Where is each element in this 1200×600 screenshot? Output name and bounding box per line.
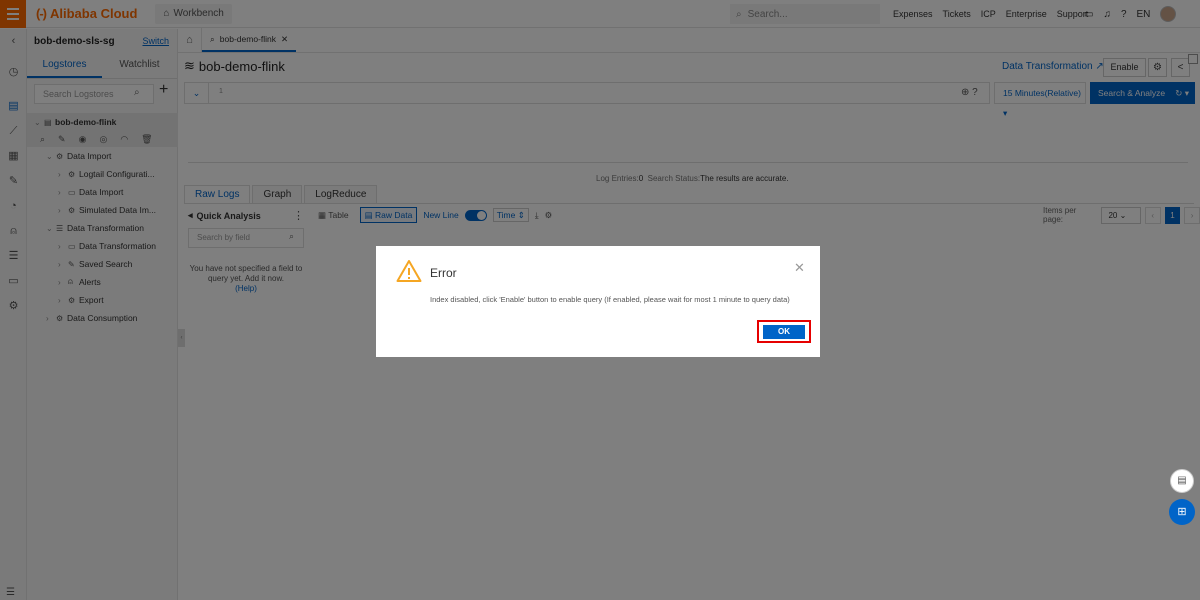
ok-button-highlight: OK (757, 320, 811, 343)
dialog-title: Error (430, 266, 457, 280)
ok-button[interactable]: OK (763, 325, 805, 339)
apps-grid-icon[interactable]: ⊞ (1169, 499, 1195, 525)
feedback-chat-icon[interactable]: ▤ (1170, 469, 1194, 493)
error-dialog: Error ✕ Index disabled, click 'Enable' b… (376, 246, 820, 357)
dialog-message: Index disabled, click 'Enable' button to… (430, 295, 790, 304)
close-icon[interactable]: ✕ (794, 260, 805, 276)
warning-icon (396, 260, 422, 282)
